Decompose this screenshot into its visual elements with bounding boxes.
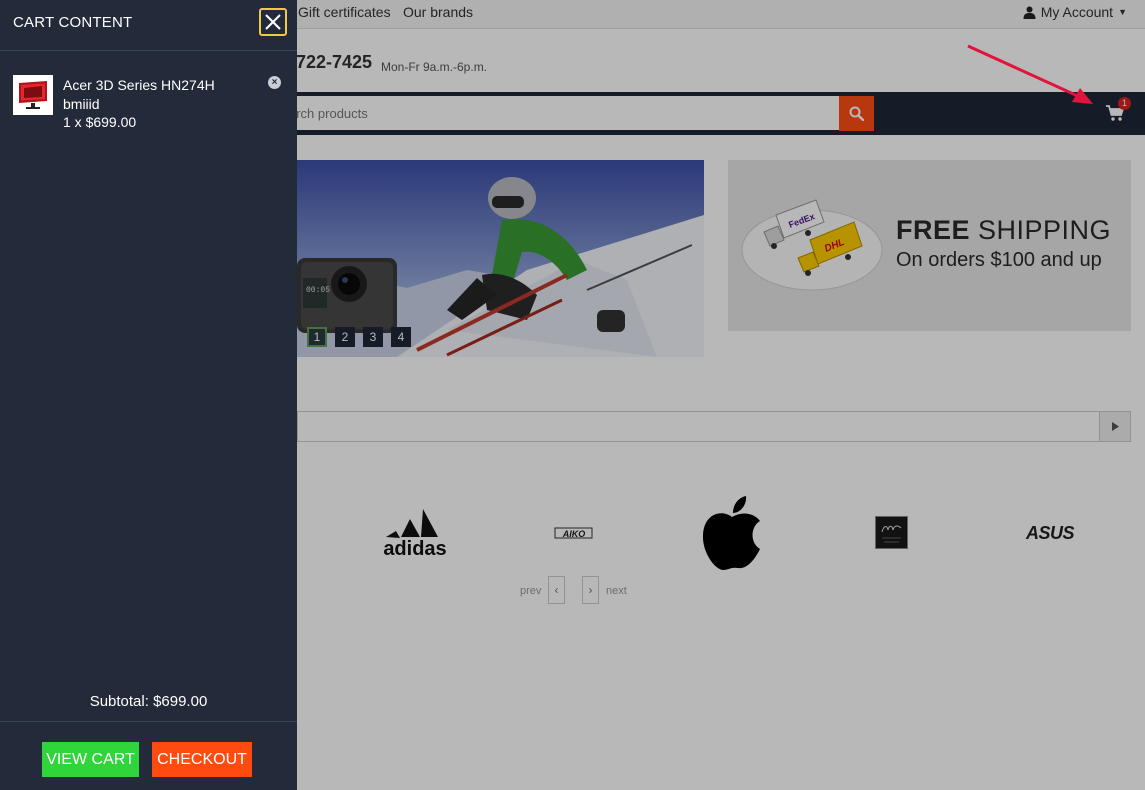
checkout-button[interactable]: CHECKOUT [152, 742, 252, 777]
view-cart-button[interactable]: VIEW CART [42, 742, 139, 777]
cart-item-name[interactable]: Acer 3D Series HN274H bmiiid [63, 76, 253, 114]
monitor-product-image [19, 81, 47, 109]
close-drawer-button[interactable] [259, 8, 287, 36]
remove-item-icon[interactable]: × [268, 76, 281, 89]
cart-item-thumbnail[interactable] [13, 75, 53, 115]
cart-drawer: CART CONTENT Acer 3D Series HN274H bmiii… [0, 0, 297, 790]
cart-drawer-title: CART CONTENT [13, 14, 133, 31]
footer-divider [0, 721, 297, 722]
cart-drawer-header: CART CONTENT [0, 0, 297, 51]
cart-item-qty-price: 1 x $699.00 [63, 114, 137, 130]
cart-subtotal: Subtotal: $699.00 [89, 693, 208, 710]
close-icon [265, 14, 281, 30]
